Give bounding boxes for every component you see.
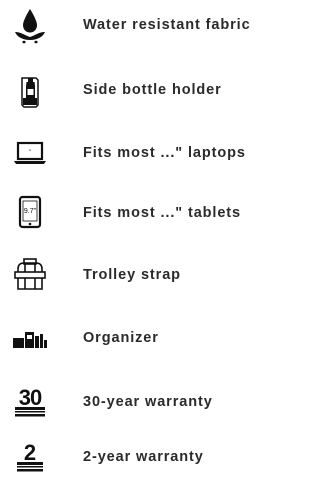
tablet-icon: 9.7"	[12, 193, 48, 233]
bottle-holder-icon	[12, 70, 48, 110]
warranty-2-icon: 2	[12, 437, 48, 477]
feature-organizer: Organizer	[0, 318, 294, 358]
feature-label: Water resistant fabric	[83, 17, 251, 33]
feature-label: Side bottle holder	[83, 82, 222, 98]
feature-bottle-holder: Side bottle holder	[0, 70, 294, 110]
feature-label: 30-year warranty	[83, 394, 213, 410]
feature-list: Water resistant fabric Side bottle holde…	[0, 0, 294, 472]
feature-laptop: " Fits most ..." laptops	[0, 133, 294, 173]
trolley-strap-icon	[12, 255, 48, 295]
feature-trolley-strap: Trolley strap	[0, 255, 294, 295]
svg-text:": "	[29, 150, 31, 156]
warranty-2-number: 2	[24, 440, 36, 465]
warranty-30-icon: 30	[12, 382, 48, 422]
warranty-30-number: 30	[19, 385, 42, 410]
water-drop-icon	[12, 5, 48, 45]
feature-label: Fits most ..." tablets	[83, 205, 242, 221]
feature-label: Organizer	[83, 330, 159, 346]
feature-warranty-2: 2 2-year warranty	[0, 437, 294, 477]
feature-tablet: 9.7" Fits most ..." tablets	[0, 193, 294, 233]
feature-label: Trolley strap	[83, 267, 181, 283]
feature-water-resistant: Water resistant fabric	[0, 5, 294, 45]
feature-warranty-30: 30 30-year warranty	[0, 382, 294, 422]
organizer-icon	[12, 318, 48, 358]
laptop-icon: "	[12, 133, 48, 173]
feature-label: 2-year warranty	[83, 449, 204, 465]
feature-label: Fits most ..." laptops	[83, 145, 246, 161]
tablet-size-text: 9.7"	[24, 208, 37, 215]
